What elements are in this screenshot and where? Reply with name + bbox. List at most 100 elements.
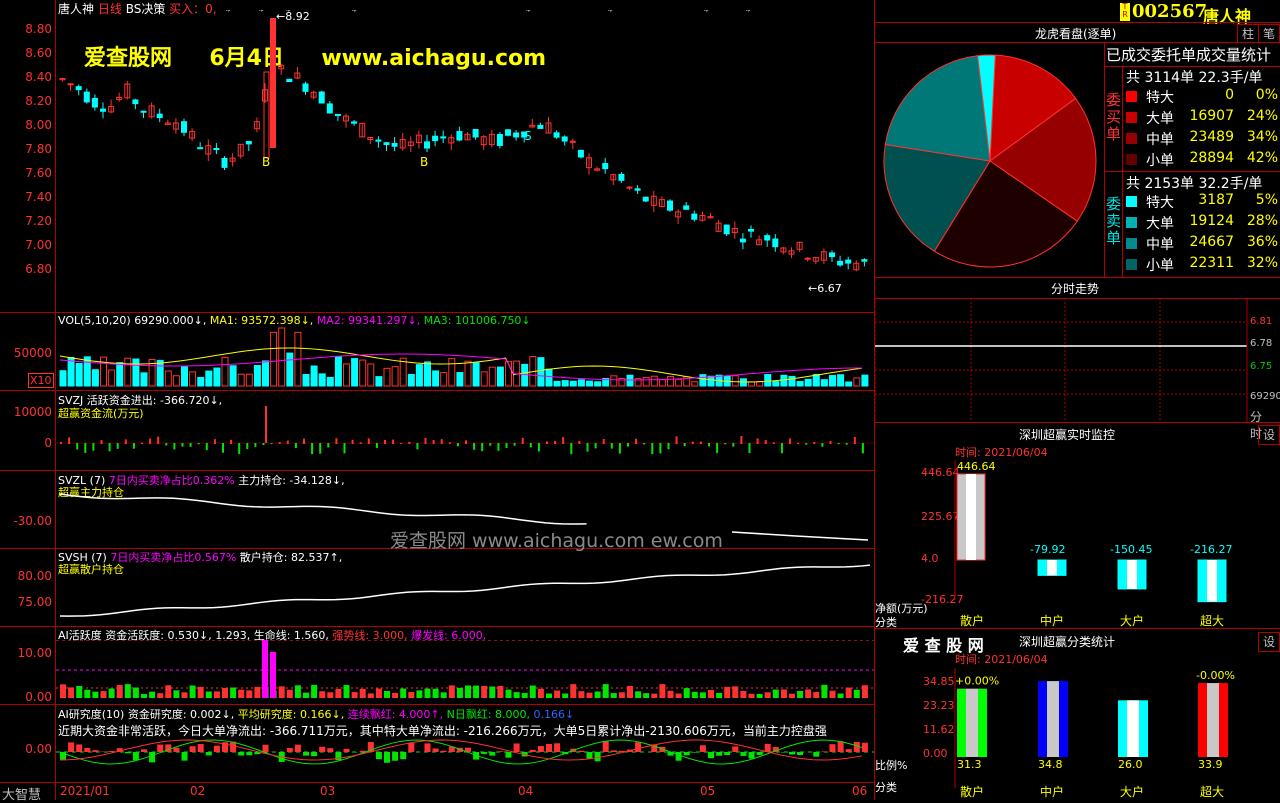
legend-name: 大单 bbox=[1146, 213, 1174, 233]
research-bar bbox=[433, 748, 439, 752]
price-tick: 7.80 bbox=[2, 142, 52, 156]
fenshi-chart[interactable] bbox=[875, 298, 1280, 422]
volume-bar bbox=[797, 382, 803, 386]
signal-star: * bbox=[746, 10, 751, 17]
activity-bar bbox=[765, 692, 771, 698]
activity-bar bbox=[838, 694, 844, 698]
research-bar bbox=[506, 752, 512, 758]
candle-body bbox=[506, 130, 511, 135]
volume-bar bbox=[230, 366, 236, 386]
legend-percent: 5% bbox=[1256, 192, 1278, 208]
fund-flow-bar bbox=[506, 443, 508, 448]
month-label: 05 bbox=[700, 784, 715, 798]
research-bar bbox=[692, 752, 698, 753]
research-bar bbox=[84, 748, 90, 752]
ratio-bar-highlight bbox=[1047, 681, 1059, 757]
classify-settings-button[interactable]: 设 bbox=[1258, 632, 1280, 652]
ratio-label: 26.0 bbox=[1118, 758, 1143, 771]
research-bar bbox=[538, 746, 544, 752]
legend-percent: 28% bbox=[1247, 213, 1278, 229]
main-chart-area[interactable]: 唐人神 日线 BS决策 买入：0, 8.80 8.60 8.40 8.20 8.… bbox=[0, 0, 875, 800]
candle-body bbox=[538, 125, 543, 128]
activity-bar bbox=[173, 690, 179, 698]
net-amount-label: -150.45 bbox=[1110, 543, 1152, 556]
activity-bar bbox=[481, 686, 487, 698]
fund-flow-bar bbox=[392, 440, 394, 444]
fund-flow-bar bbox=[619, 443, 621, 454]
candle-body bbox=[635, 189, 640, 190]
volume-bar bbox=[335, 357, 341, 386]
activity-bar bbox=[206, 692, 212, 698]
legend-value: 3187 bbox=[1198, 192, 1234, 208]
volume-bar bbox=[805, 379, 811, 386]
tick-mode-button[interactable]: 笔 bbox=[1258, 24, 1280, 43]
legend-percent: 42% bbox=[1247, 150, 1278, 166]
activity-bar bbox=[141, 694, 147, 698]
monitor-settings-button[interactable]: 设 bbox=[1258, 425, 1280, 445]
fund-flow-bar bbox=[789, 438, 791, 444]
activity-bar bbox=[384, 691, 390, 698]
ratio-bar-highlight bbox=[1127, 700, 1139, 757]
activity-bar bbox=[400, 689, 406, 698]
fund-flow-bar bbox=[182, 443, 184, 447]
fund-flow-bar bbox=[854, 437, 856, 444]
fund-flow-bar bbox=[173, 443, 175, 449]
category-label: 散户 bbox=[960, 783, 984, 800]
fund-flow-bar bbox=[141, 443, 143, 444]
bar-mode-button[interactable]: 柱 bbox=[1237, 24, 1259, 43]
month-label: 04 bbox=[518, 784, 533, 798]
research-bar bbox=[344, 749, 350, 752]
volume-bar bbox=[838, 375, 844, 386]
candle-body bbox=[554, 133, 559, 137]
research-bar bbox=[190, 746, 196, 752]
research-bar bbox=[141, 749, 147, 752]
signal-star: * bbox=[526, 10, 531, 17]
ai-active-axis-tick: 0.00 bbox=[2, 690, 52, 704]
activity-bar bbox=[449, 685, 455, 698]
volume-bar bbox=[449, 359, 455, 386]
fund-flow-bar bbox=[352, 440, 354, 444]
activity-bar bbox=[700, 692, 706, 698]
candlestick-chart[interactable]: BBS******** bbox=[56, 10, 874, 310]
activity-bar bbox=[854, 690, 860, 698]
research-bar bbox=[408, 743, 414, 752]
net-amount-label: -216.27 bbox=[1190, 543, 1232, 556]
price-tick: 7.60 bbox=[2, 166, 52, 180]
activity-bar bbox=[668, 691, 674, 698]
legend-name: 特大 bbox=[1146, 192, 1174, 212]
volume-bar bbox=[708, 376, 714, 386]
volume-bar bbox=[92, 370, 98, 386]
fund-flow-bar bbox=[360, 442, 362, 444]
volume-bar bbox=[554, 381, 560, 386]
research-bar bbox=[246, 752, 252, 755]
volume-bar bbox=[700, 375, 706, 386]
signal-star: * bbox=[704, 10, 709, 17]
fund-flow-bar bbox=[368, 438, 370, 444]
fund-flow-bar bbox=[246, 443, 248, 449]
legend-percent: 32% bbox=[1247, 255, 1278, 271]
research-bar bbox=[263, 745, 269, 752]
volume-bar bbox=[457, 373, 463, 386]
classify-bar-chart: 31.3+0.00%34.826.033.9-0.00% bbox=[875, 668, 1280, 800]
fund-flow-bar bbox=[149, 439, 151, 444]
ratio-bar-highlight bbox=[1207, 683, 1219, 757]
activity-bar bbox=[570, 684, 576, 698]
category-label: 散户 bbox=[960, 612, 984, 629]
candle-body bbox=[749, 229, 754, 231]
activity-bar bbox=[441, 692, 447, 698]
fund-flow-bar bbox=[222, 443, 224, 453]
fund-flow-bar bbox=[303, 439, 305, 444]
research-bar bbox=[708, 752, 714, 758]
price-tick: 8.80 bbox=[2, 22, 52, 36]
fund-flow-bar bbox=[562, 437, 564, 444]
research-bar bbox=[238, 752, 244, 756]
research-bar bbox=[92, 750, 98, 752]
legend-value: 0 bbox=[1225, 87, 1234, 103]
activity-bar bbox=[335, 689, 341, 698]
fund-flow-bar bbox=[214, 439, 216, 444]
activity-bar bbox=[724, 687, 730, 698]
candle-body bbox=[392, 144, 397, 147]
candle-body bbox=[773, 239, 778, 247]
research-bar bbox=[757, 752, 763, 755]
volume-bar bbox=[271, 332, 277, 386]
